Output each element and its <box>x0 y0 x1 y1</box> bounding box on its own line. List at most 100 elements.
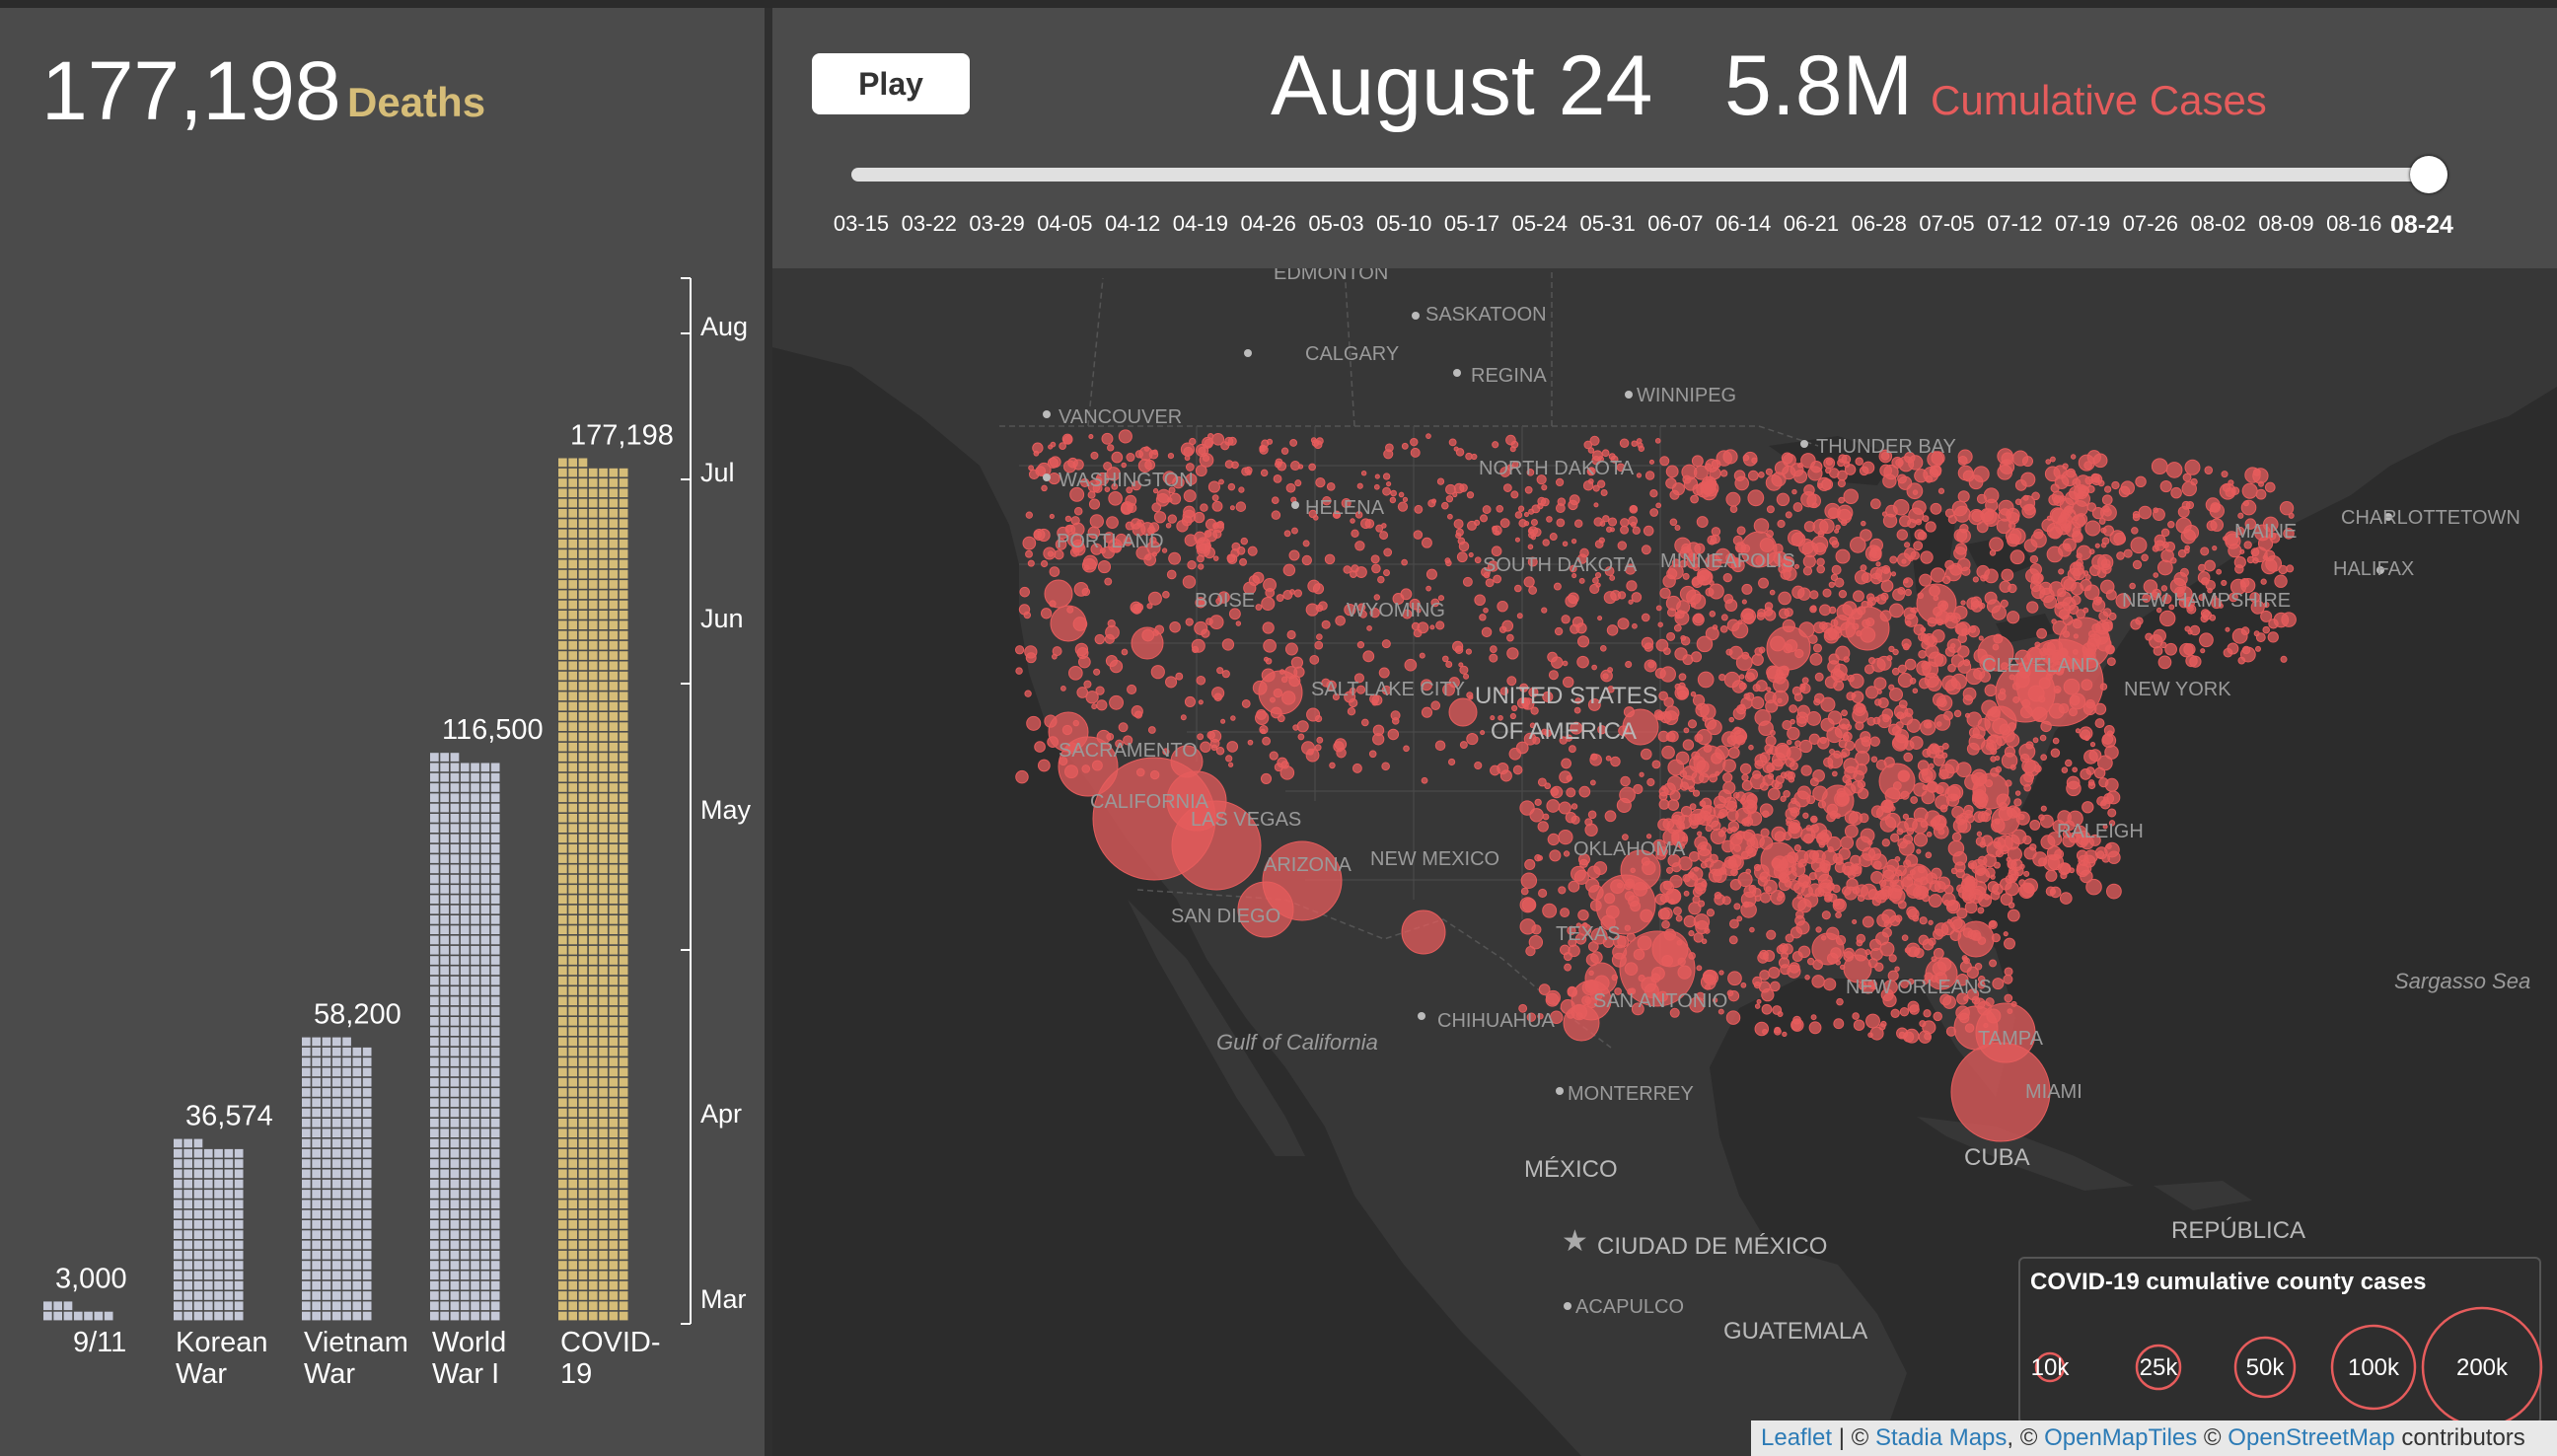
county-bubble[interactable] <box>1679 781 1690 791</box>
county-bubble[interactable] <box>1215 747 1225 756</box>
county-bubble[interactable] <box>1414 504 1424 514</box>
county-bubble[interactable] <box>1024 690 1032 697</box>
county-bubble[interactable] <box>1372 733 1385 746</box>
county-bubble[interactable] <box>1922 515 1930 523</box>
county-bubble[interactable] <box>1928 763 1935 769</box>
county-bubble[interactable] <box>1726 989 1734 997</box>
county-bubble[interactable] <box>2177 548 2187 558</box>
county-bubble[interactable] <box>2240 626 2250 635</box>
county-bubble[interactable] <box>1878 763 1916 800</box>
county-bubble[interactable] <box>1922 894 1931 903</box>
county-bubble[interactable] <box>2209 503 2225 519</box>
county-bubble[interactable] <box>1286 629 1296 640</box>
county-bubble[interactable] <box>2023 539 2038 552</box>
county-bubble[interactable] <box>1571 538 1577 545</box>
county-bubble[interactable] <box>1854 737 1871 754</box>
county-bubble[interactable] <box>1657 908 1670 920</box>
county-bubble[interactable] <box>1059 442 1066 451</box>
county-bubble[interactable] <box>1790 1019 1802 1031</box>
county-bubble[interactable] <box>1868 657 1876 665</box>
county-bubble[interactable] <box>1528 585 1538 595</box>
county-bubble[interactable] <box>1729 831 1759 860</box>
county-bubble[interactable] <box>1573 519 1583 529</box>
county-bubble[interactable] <box>2087 781 2096 790</box>
county-bubble[interactable] <box>1375 524 1384 533</box>
county-bubble[interactable] <box>1926 831 1933 837</box>
slider-tick-04-19[interactable]: 04-19 <box>1173 211 1228 237</box>
county-bubble[interactable] <box>1352 763 1362 773</box>
county-bubble[interactable] <box>1827 507 1839 519</box>
county-bubble[interactable] <box>1941 742 1949 750</box>
county-bubble[interactable] <box>1528 508 1535 515</box>
county-bubble[interactable] <box>1290 461 1301 472</box>
county-bubble[interactable] <box>2265 555 2283 572</box>
county-bubble[interactable] <box>1823 457 1836 470</box>
county-bubble[interactable] <box>2009 549 2025 565</box>
county-bubble[interactable] <box>1852 918 1858 925</box>
county-bubble[interactable] <box>1524 858 1536 871</box>
county-bubble[interactable] <box>1954 543 1968 555</box>
slider-tick-04-12[interactable]: 04-12 <box>1105 211 1160 237</box>
county-bubble[interactable] <box>1923 720 1933 729</box>
county-bubble[interactable] <box>1212 555 1219 561</box>
county-bubble[interactable] <box>1108 491 1123 506</box>
county-bubble[interactable] <box>1675 914 1683 922</box>
county-bubble[interactable] <box>1015 769 1029 784</box>
county-bubble[interactable] <box>1908 507 1925 524</box>
county-bubble[interactable] <box>1916 848 1922 854</box>
county-bubble[interactable] <box>2105 842 2112 849</box>
county-bubble[interactable] <box>1972 576 1979 583</box>
county-bubble[interactable] <box>1636 473 1643 478</box>
county-bubble[interactable] <box>1589 779 1596 786</box>
county-bubble[interactable] <box>1096 699 1108 711</box>
county-bubble[interactable] <box>1554 626 1564 636</box>
county-bubble[interactable] <box>1693 745 1726 778</box>
county-bubble[interactable] <box>1565 595 1578 608</box>
county-bubble[interactable] <box>1912 688 1919 694</box>
county-bubble[interactable] <box>1198 447 1206 456</box>
county-bubble[interactable] <box>1773 1027 1782 1036</box>
county-bubble[interactable] <box>1093 668 1101 676</box>
county-bubble[interactable] <box>2023 783 2031 792</box>
county-bubble[interactable] <box>1674 610 1690 625</box>
county-bubble[interactable] <box>1654 438 1661 444</box>
county-bubble[interactable] <box>1782 465 1796 480</box>
county-bubble[interactable] <box>1458 541 1470 552</box>
county-bubble[interactable] <box>1740 902 1757 918</box>
county-bubble[interactable] <box>1514 537 1520 543</box>
county-bubble[interactable] <box>1125 521 1134 531</box>
county-bubble[interactable] <box>1890 833 1900 842</box>
county-bubble[interactable] <box>1748 744 1754 751</box>
county-bubble[interactable] <box>2105 589 2117 601</box>
county-bubble[interactable] <box>2057 587 2067 598</box>
county-bubble[interactable] <box>2101 733 2114 745</box>
county-bubble[interactable] <box>1950 654 1965 668</box>
county-bubble[interactable] <box>2267 631 2279 643</box>
county-bubble[interactable] <box>1723 671 1741 689</box>
county-bubble[interactable] <box>1192 645 1200 653</box>
county-bubble[interactable] <box>1381 639 1391 649</box>
date-slider-track[interactable] <box>851 168 2432 182</box>
county-bubble[interactable] <box>1767 787 1781 801</box>
county-bubble[interactable] <box>1907 1000 1920 1013</box>
county-bubble[interactable] <box>2088 749 2102 763</box>
county-bubble[interactable] <box>1965 668 1983 686</box>
county-bubble[interactable] <box>1865 1013 1880 1029</box>
county-bubble[interactable] <box>1360 518 1371 530</box>
county-bubble[interactable] <box>1766 929 1777 940</box>
county-bubble[interactable] <box>1835 856 1844 866</box>
county-bubble[interactable] <box>1694 733 1704 743</box>
county-bubble[interactable] <box>2153 645 2163 656</box>
county-bubble[interactable] <box>1373 483 1380 490</box>
county-bubble[interactable] <box>2170 486 2182 499</box>
county-bubble[interactable] <box>1700 861 1708 869</box>
county-bubble[interactable] <box>1534 798 1542 806</box>
county-bubble[interactable] <box>1283 530 1291 538</box>
county-bubble[interactable] <box>1403 745 1410 753</box>
county-bubble[interactable] <box>2189 624 2201 636</box>
county-bubble[interactable] <box>1937 828 1945 836</box>
county-bubble[interactable] <box>1802 554 1816 568</box>
county-bubble[interactable] <box>1885 504 1898 518</box>
county-bubble[interactable] <box>1935 785 1944 795</box>
county-bubble[interactable] <box>1608 517 1618 527</box>
